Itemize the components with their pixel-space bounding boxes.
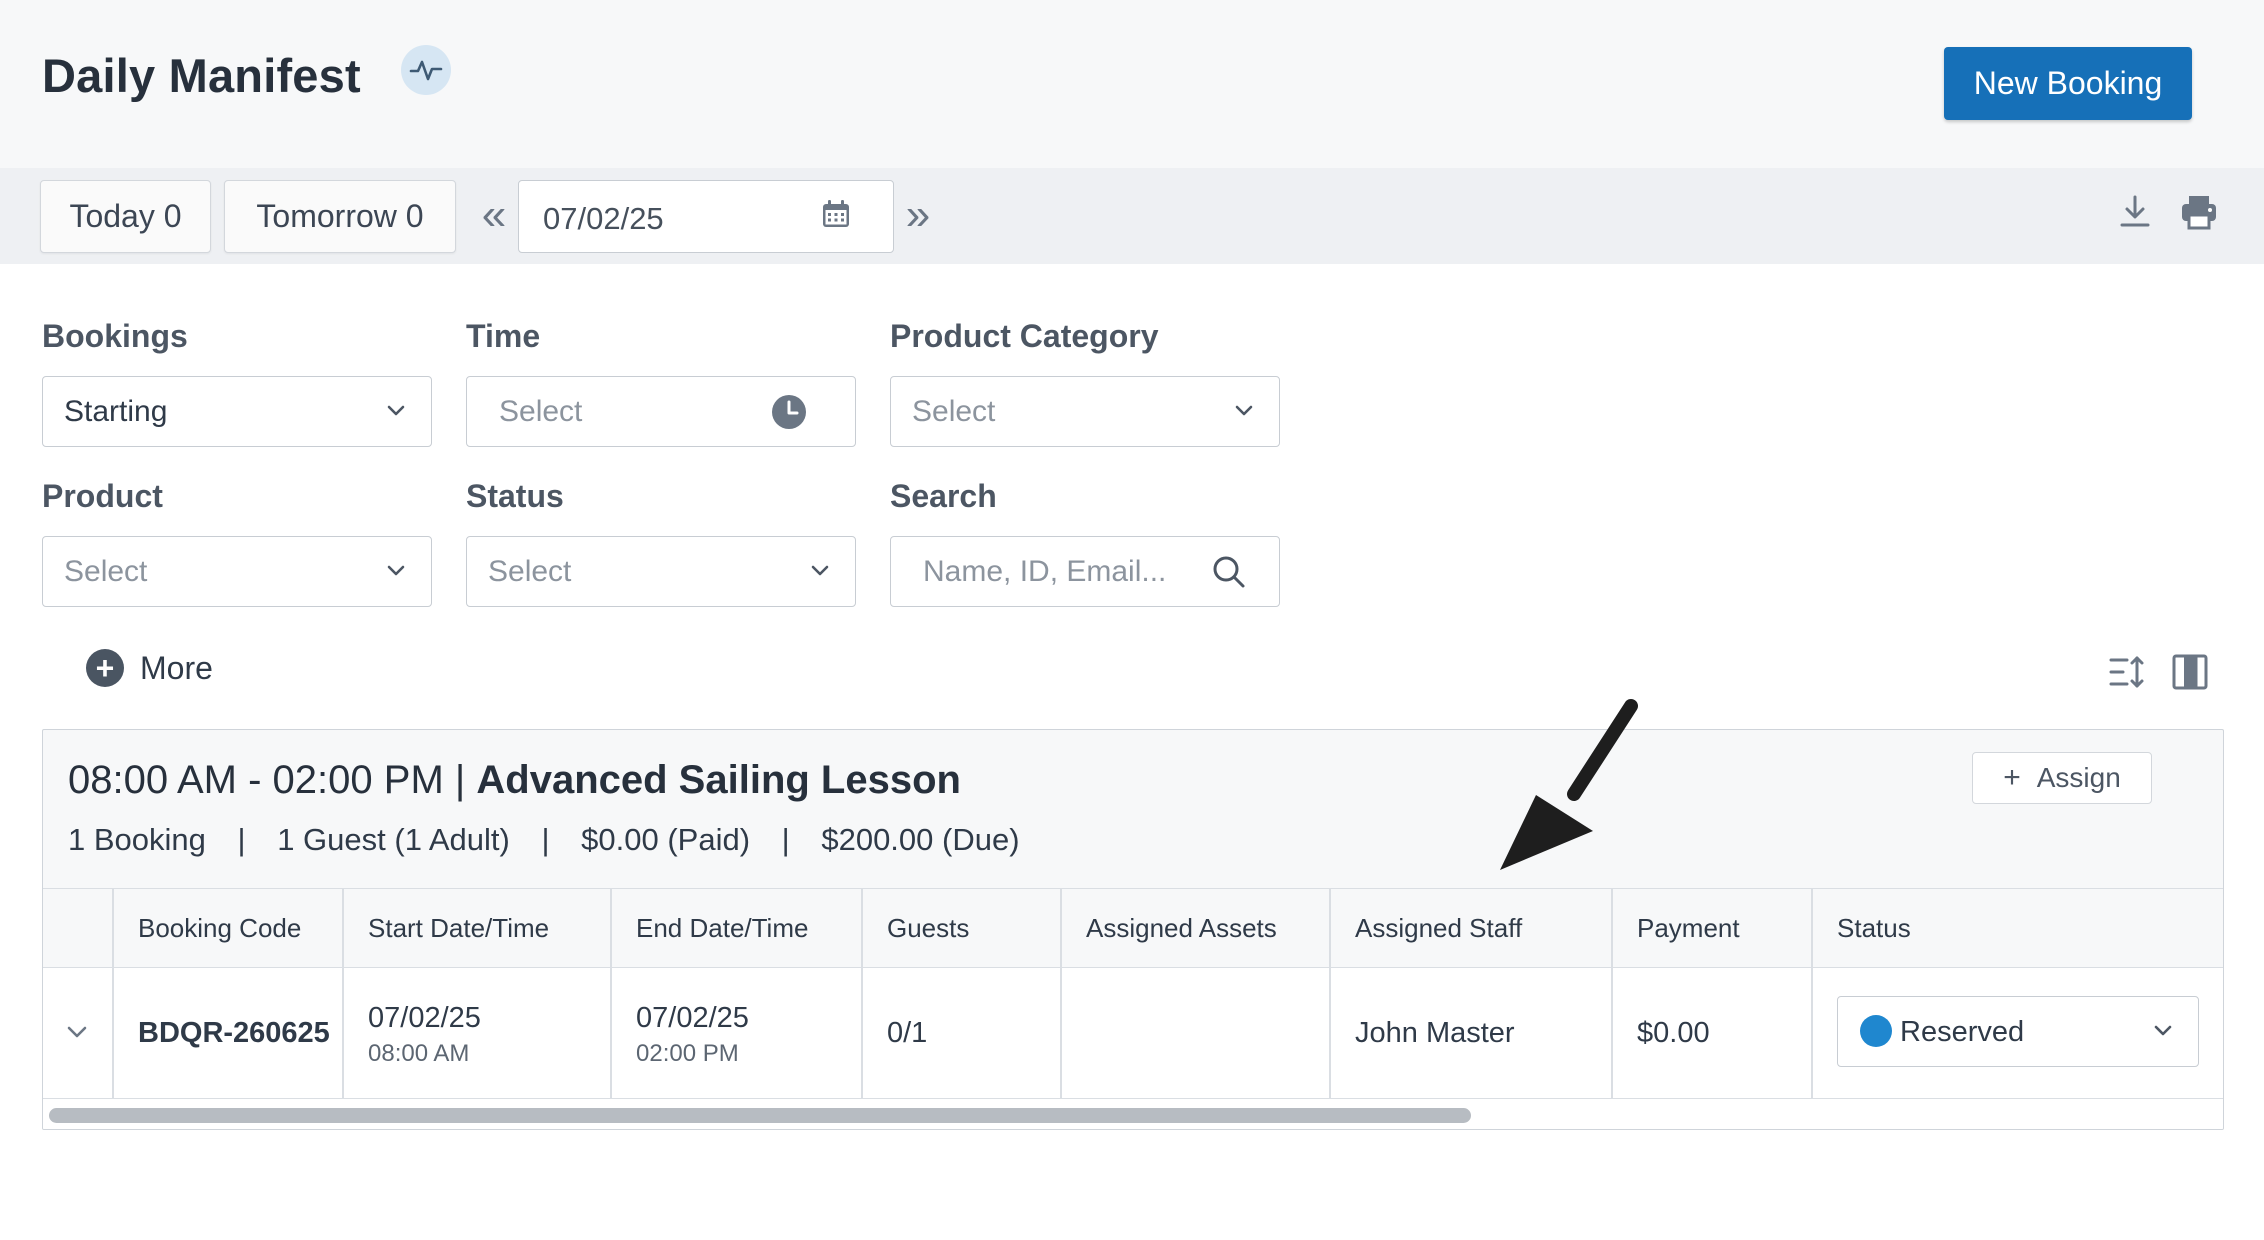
search-icon[interactable] [1211, 554, 1247, 595]
search-placeholder: Name, ID, Email... [923, 555, 1167, 588]
arrow-pointer-icon [1490, 698, 1640, 883]
product-placeholder: Select [64, 555, 148, 588]
guests-count: 0/1 [887, 1017, 928, 1049]
time-label: Time [466, 318, 541, 354]
status-label: Status [466, 478, 564, 514]
summary-separator: | [781, 822, 790, 857]
product-category-select[interactable]: Select [890, 376, 1280, 447]
booking-code[interactable]: BDQR-260625 [138, 1017, 330, 1050]
table-row[interactable]: BDQR-260625 07/02/25 08:00 AM 07/02/25 0… [43, 968, 2223, 1099]
chevron-down-icon [387, 404, 405, 422]
column-divider [342, 889, 344, 969]
end-date: 07/02/25 [636, 1002, 749, 1034]
time-select[interactable]: Select [466, 376, 856, 447]
chevron-down-icon [811, 564, 829, 582]
columns-icon[interactable] [2172, 654, 2208, 695]
search-input[interactable]: Name, ID, Email... [890, 536, 1280, 607]
assign-label: Assign [2036, 762, 2121, 793]
bookings-select[interactable]: Starting [42, 376, 432, 447]
scrollbar-thumb[interactable] [49, 1108, 1471, 1123]
sort-icon[interactable] [2108, 654, 2146, 695]
column-header-end[interactable]: End Date/Time [636, 913, 808, 944]
row-status-select[interactable]: Reserved [1837, 996, 2199, 1067]
chevron-down-icon [2154, 1024, 2172, 1042]
summary-separator: | [541, 822, 550, 857]
product-label: Product [42, 478, 163, 514]
product-category-placeholder: Select [912, 395, 996, 428]
column-divider [112, 968, 114, 1099]
time-placeholder: Select [499, 395, 583, 428]
date-picker-input[interactable]: 07/02/25 [518, 180, 894, 253]
product-select[interactable]: Select [42, 536, 432, 607]
column-divider [1811, 889, 1813, 969]
column-divider [1811, 968, 1813, 1099]
column-divider [342, 968, 344, 1099]
status-filter-select[interactable]: Select [466, 536, 856, 607]
group-summary: 1 Booking | 1 Guest (1 Adult) | $0.00 (P… [68, 822, 1020, 858]
more-filters-button[interactable]: + More [86, 648, 213, 688]
column-divider [112, 889, 114, 969]
status-dot [1860, 1015, 1892, 1047]
today-button[interactable]: Today 0 [40, 180, 211, 253]
bookings-label: Bookings [42, 318, 188, 354]
expand-row-chevron-icon[interactable] [67, 1026, 87, 1044]
start-date: 07/02/25 [368, 1002, 481, 1034]
tomorrow-button[interactable]: Tomorrow 0 [224, 180, 456, 253]
column-header-staff[interactable]: Assigned Staff [1355, 913, 1522, 944]
page-header: Daily Manifest New Booking [0, 0, 2264, 168]
column-divider [1060, 968, 1062, 1099]
column-divider [861, 968, 863, 1099]
chevron-down-icon [1235, 404, 1253, 422]
group-time-range: 08:00 AM - 02:00 PM | [68, 758, 466, 802]
previous-day-button[interactable]: « [474, 185, 514, 245]
next-day-button[interactable]: » [898, 185, 938, 245]
payment-amount: $0.00 [1637, 1017, 1710, 1049]
product-category-label: Product Category [890, 318, 1159, 354]
summary-separator: | [237, 822, 246, 857]
column-divider [1329, 889, 1331, 969]
booking-group-panel: 08:00 AM - 02:00 PM | Advanced Sailing L… [42, 729, 2224, 1130]
column-header-payment[interactable]: Payment [1637, 913, 1740, 944]
assigned-staff[interactable]: John Master [1355, 1017, 1515, 1050]
column-divider [861, 889, 863, 969]
end-time: 02:00 PM [636, 1040, 739, 1067]
printer-icon[interactable] [2180, 194, 2218, 235]
group-title: 08:00 AM - 02:00 PM | Advanced Sailing L… [68, 758, 961, 803]
start-time: 08:00 AM [368, 1040, 470, 1067]
column-divider [1611, 889, 1613, 969]
search-label: Search [890, 478, 997, 514]
horizontal-scrollbar[interactable] [43, 1099, 2223, 1129]
activity-pulse-icon[interactable] [401, 45, 451, 95]
assign-button[interactable]: + Assign [1972, 752, 2152, 804]
chevron-down-icon [387, 564, 405, 582]
status-placeholder: Select [488, 555, 572, 588]
summary-guests: 1 Guest (1 Adult) [277, 822, 510, 857]
plus-circle-icon: + [86, 649, 124, 687]
page-title: Daily Manifest [42, 49, 361, 102]
date-value: 07/02/25 [543, 201, 664, 236]
download-icon[interactable] [2118, 194, 2152, 235]
column-header-assets[interactable]: Assigned Assets [1086, 913, 1277, 944]
column-header-start[interactable]: Start Date/Time [368, 913, 549, 944]
summary-bookings: 1 Booking [68, 822, 206, 857]
column-divider [610, 889, 612, 969]
status-value: Reserved [1900, 1016, 2025, 1048]
table-header: Booking Code Start Date/Time End Date/Ti… [43, 888, 2223, 969]
clock-icon [771, 394, 807, 435]
new-booking-button[interactable]: New Booking [1944, 47, 2192, 120]
column-header-guests[interactable]: Guests [887, 913, 969, 944]
column-divider [1329, 968, 1331, 1099]
group-product-name: Advanced Sailing Lesson [476, 758, 961, 802]
column-header-booking-code[interactable]: Booking Code [138, 913, 301, 944]
summary-paid: $0.00 (Paid) [581, 822, 751, 857]
more-label: More [140, 649, 213, 686]
plus-icon: + [2003, 761, 2021, 794]
bookings-value: Starting [64, 395, 168, 428]
column-divider [1611, 968, 1613, 1099]
column-header-status[interactable]: Status [1837, 913, 1911, 944]
calendar-icon[interactable] [821, 199, 851, 234]
column-divider [1060, 889, 1062, 969]
column-divider [610, 968, 612, 1099]
summary-due: $200.00 (Due) [821, 822, 1020, 857]
